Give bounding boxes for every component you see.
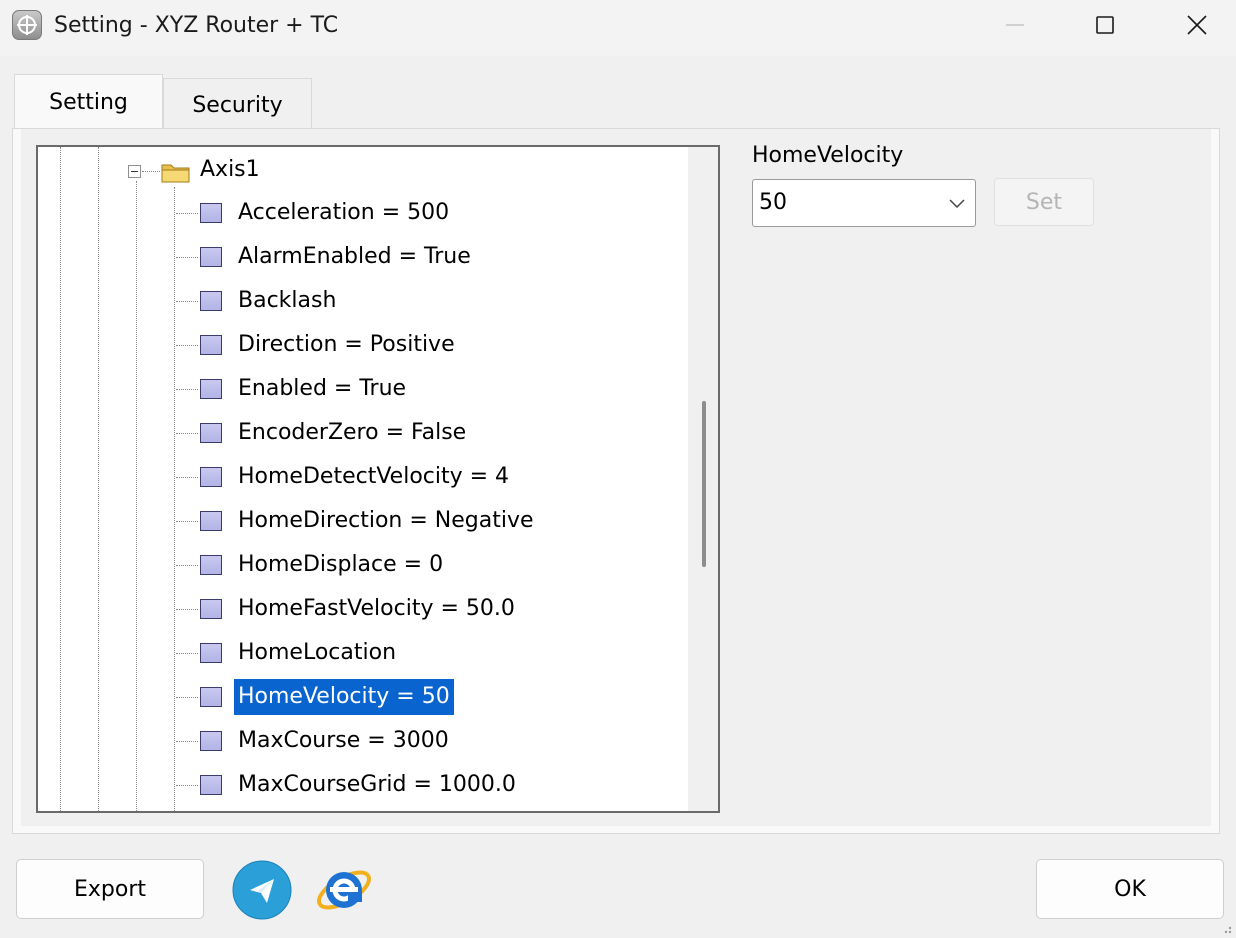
property-node-icon <box>200 423 222 443</box>
tree-connector <box>176 257 198 258</box>
tree-item[interactable]: Backlash <box>174 281 694 325</box>
tree-item-label: MaxCourseGrid = 1000.0 <box>238 772 516 797</box>
tree-item[interactable]: AlarmEnabled = True <box>174 237 694 281</box>
property-label: HomeVelocity <box>752 143 904 168</box>
export-button[interactable]: Export <box>16 859 204 919</box>
settings-tree[interactable]: Axis1 Acceleration = 500 AlarmEnabled = T… <box>36 145 720 813</box>
tree-item-label: Enabled = True <box>238 376 407 401</box>
tree-item-label: HomeDisplace = 0 <box>238 552 444 577</box>
tree-connector <box>176 301 198 302</box>
combobox-value: 50 <box>759 190 787 215</box>
tree-item[interactable]: HomeDisplace = 0 <box>174 545 694 589</box>
tree-item-label: HomeLocation <box>238 640 397 665</box>
title-bar: Setting - XYZ Router + TC <box>0 0 1236 56</box>
tree-item-label: HomeVelocity = 50 <box>234 679 454 715</box>
telegram-icon[interactable] <box>232 860 292 920</box>
tree-connector <box>176 697 198 698</box>
property-node-icon <box>200 247 222 267</box>
tree-connector <box>176 433 198 434</box>
tree-guide-line <box>136 181 137 811</box>
set-button[interactable]: Set <box>994 178 1094 226</box>
property-node-icon <box>200 643 222 663</box>
tree-guide-line <box>98 147 99 811</box>
tree-connector <box>176 741 198 742</box>
tree-item-label: HomeFastVelocity = 50.0 <box>238 596 515 621</box>
ok-button[interactable]: OK <box>1036 859 1224 919</box>
tree-item-label: MaxCourse = 3000 <box>238 728 449 753</box>
resize-grip-icon[interactable] <box>1220 922 1232 934</box>
minimize-icon <box>1006 24 1024 26</box>
property-value-combobox[interactable]: 50 <box>752 179 976 227</box>
tree-item-label: Direction = Positive <box>238 332 455 357</box>
tree-item[interactable]: Direction = Positive <box>174 325 694 369</box>
tree-connector <box>176 565 198 566</box>
tree-item-label: HomeDirection = Negative <box>238 508 534 533</box>
tree-item[interactable]: MaxCourseGrid = 1000.0 <box>174 765 694 809</box>
maximize-icon <box>1096 16 1114 34</box>
tree-connector <box>176 213 198 214</box>
tree-item[interactable]: Enabled = True <box>174 369 694 413</box>
property-node-icon <box>200 467 222 487</box>
property-node-icon <box>200 599 222 619</box>
tree-connector <box>176 653 198 654</box>
crosshair-app-icon <box>12 10 42 40</box>
tab-setting[interactable]: Setting <box>14 74 163 130</box>
tree-item[interactable]: HomeVelocity = 50 <box>174 677 694 721</box>
tree-connector <box>176 389 198 390</box>
tab-security[interactable]: Security <box>163 78 312 132</box>
collapse-icon[interactable] <box>128 165 141 178</box>
tree-item[interactable]: EncoderZero = False <box>174 413 694 457</box>
internet-explorer-icon[interactable] <box>312 856 376 920</box>
property-node-icon <box>200 335 222 355</box>
maximize-button[interactable] <box>1082 0 1128 52</box>
close-button[interactable] <box>1174 0 1220 52</box>
property-node-icon <box>200 687 222 707</box>
window-title: Setting - XYZ Router + TC <box>54 13 339 38</box>
tree-item[interactable]: MaxCourse = 3000 <box>174 721 694 765</box>
scroll-thumb[interactable] <box>702 401 706 567</box>
folder-icon <box>161 164 190 183</box>
tree-item[interactable]: HomeFastVelocity = 50.0 <box>174 589 694 633</box>
tree-item-label: HomeDetectVelocity = 4 <box>238 464 510 489</box>
property-node-icon <box>200 555 222 575</box>
property-node-icon <box>200 731 222 751</box>
tree-connector <box>176 477 198 478</box>
property-node-icon <box>200 379 222 399</box>
tree-item-label: EncoderZero = False <box>238 420 467 445</box>
property-node-icon <box>200 291 222 311</box>
tree-connector <box>176 785 198 786</box>
property-node-icon <box>200 203 222 223</box>
property-node-icon <box>200 511 222 531</box>
tree-item[interactable]: HomeDetectVelocity = 4 <box>174 457 694 501</box>
tree-connector <box>176 521 198 522</box>
close-icon <box>1187 15 1207 35</box>
tree-connector <box>176 609 198 610</box>
tree-scrollbar[interactable] <box>688 147 718 811</box>
tree-item-label: Backlash <box>238 288 337 313</box>
tree-item[interactable]: HomeLocation <box>174 633 694 677</box>
tree-item[interactable]: HomeDirection = Negative <box>174 501 694 545</box>
tree-node-axis1[interactable]: Axis1 <box>200 157 260 182</box>
tree-item[interactable]: Acceleration = 500 <box>174 193 694 237</box>
minimize-button[interactable] <box>992 0 1038 52</box>
tree-connector <box>176 345 198 346</box>
tree-guide-line <box>60 147 61 811</box>
tree-connector <box>142 171 160 172</box>
tree-item-label: AlarmEnabled = True <box>238 244 471 269</box>
tree-item-label: Acceleration = 500 <box>238 200 450 225</box>
property-node-icon <box>200 775 222 795</box>
chevron-down-icon[interactable] <box>949 199 965 209</box>
